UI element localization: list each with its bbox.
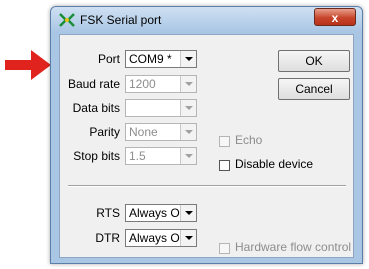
- port-value: COM9 *: [129, 52, 172, 66]
- ok-button[interactable]: OK: [278, 50, 350, 72]
- chevron-down-icon[interactable]: [180, 51, 196, 67]
- port-label: Port: [97, 52, 120, 66]
- chevron-down-icon[interactable]: [180, 100, 196, 116]
- parity-label: Parity: [89, 125, 120, 139]
- dtr-value: Always On: [129, 231, 187, 245]
- data-bits-label: Data bits: [72, 101, 120, 115]
- hardware-flow-label: Hardware flow control: [235, 240, 352, 254]
- disable-device-label: Disable device: [235, 157, 314, 171]
- close-button[interactable]: x: [314, 8, 356, 26]
- disable-device-checkbox[interactable]: [219, 160, 230, 171]
- hardware-flow-checkbox[interactable]: [219, 243, 230, 254]
- baud-rate-label: Baud rate: [67, 77, 120, 91]
- stop-bits-label: Stop bits: [73, 149, 120, 163]
- data-bits-select[interactable]: [125, 99, 197, 117]
- red-arrow-icon: [5, 50, 51, 80]
- stop-bits-value: 1.5: [129, 149, 146, 163]
- echo-checkbox[interactable]: [219, 136, 230, 147]
- stop-bits-select[interactable]: 1.5: [125, 147, 197, 165]
- dtr-select[interactable]: Always On: [125, 229, 197, 247]
- echo-label: Echo: [235, 133, 263, 147]
- rts-value: Always On: [129, 206, 187, 220]
- chevron-down-icon[interactable]: [180, 124, 196, 140]
- fsk-app-icon: [59, 13, 75, 27]
- parity-value: None: [129, 125, 158, 139]
- dtr-label: DTR: [95, 231, 120, 245]
- chevron-down-icon[interactable]: [180, 205, 196, 221]
- cancel-button[interactable]: Cancel: [278, 78, 350, 100]
- chevron-down-icon[interactable]: [180, 148, 196, 164]
- chevron-down-icon[interactable]: [180, 76, 196, 92]
- rts-select[interactable]: Always On: [125, 204, 197, 222]
- dialog-body: Port COM9 * Baud rate 1200 Data bits Par…: [59, 34, 354, 258]
- baud-rate-value: 1200: [129, 77, 156, 91]
- separator: [68, 185, 346, 187]
- window-title: FSK Serial port: [80, 13, 162, 27]
- port-select[interactable]: COM9 *: [125, 50, 197, 68]
- parity-select[interactable]: None: [125, 123, 197, 141]
- chevron-down-icon[interactable]: [180, 230, 196, 246]
- serial-port-dialog: FSK Serial port x Port COM9 * Baud rate …: [50, 6, 363, 264]
- rts-label: RTS: [96, 206, 120, 220]
- title-bar[interactable]: FSK Serial port x: [51, 7, 362, 33]
- baud-rate-select[interactable]: 1200: [125, 75, 197, 93]
